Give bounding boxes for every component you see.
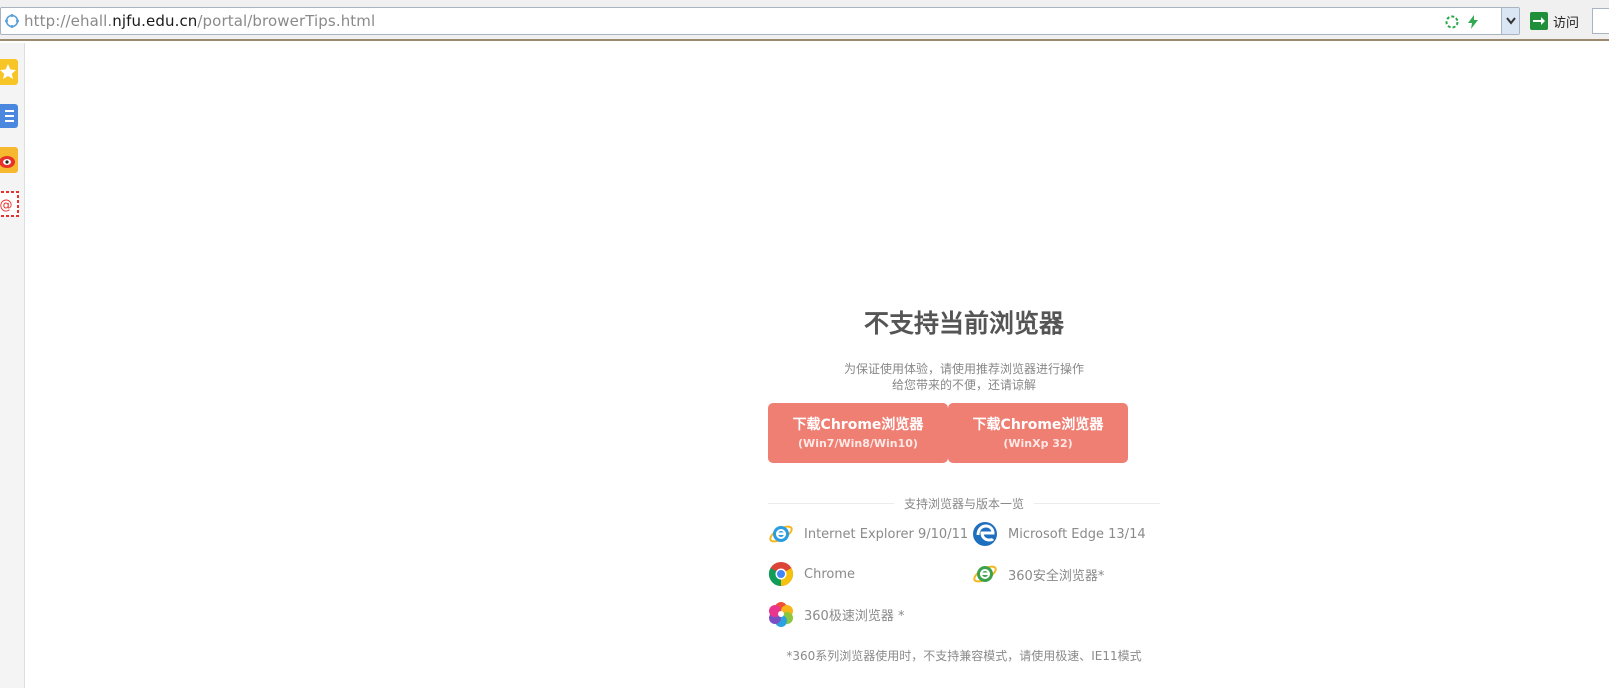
browser-name: 360极速浏览器 * [804, 608, 905, 624]
svg-text:@: @ [0, 198, 13, 213]
browser-name: Internet Explorer 9/10/11 [804, 526, 969, 542]
visit-button[interactable]: 访问 [1530, 9, 1579, 33]
list-item: Microsoft Edge 13/14 [972, 519, 1146, 549]
go-arrow-icon [1530, 12, 1548, 30]
url-dropdown-button[interactable] [1501, 8, 1519, 34]
visit-label: 访问 [1553, 15, 1580, 31]
browser-tips-panel: 不支持当前浏览器 为保证使用体验，请使用推荐浏览器进行操作 给您带来的不便，还请… [768, 305, 1160, 664]
page-title: 不支持当前浏览器 [863, 309, 1064, 338]
page-loading-icon [5, 14, 19, 28]
download-button-label: 下载Chrome浏览器 [972, 417, 1104, 433]
weibo-icon[interactable] [0, 147, 20, 173]
chrome-icon [768, 562, 794, 586]
url-input[interactable]: http://ehall.njfu.edu.cn/portal/browerTi… [0, 7, 1520, 35]
url-action-icons [1444, 13, 1481, 31]
sidebar: @ [0, 43, 25, 688]
compatibility-note: *360系列浏览器使用时，不支持兼容模式，请使用极速、IE11模式 [786, 649, 1142, 663]
list-item: 360极速浏览器 * [768, 599, 904, 629]
url-path: /portal/browerTips.html [197, 12, 376, 30]
browser-name: Microsoft Edge 13/14 [1008, 526, 1146, 542]
browser-window: http://ehall.njfu.edu.cn/portal/browerTi… [0, 0, 1609, 688]
favorites-star-icon[interactable] [0, 59, 20, 85]
browser-name: 360安全浏览器* [1008, 568, 1105, 584]
download-button-sublabel: (Win7/Win8/Win10) [798, 437, 918, 450]
microsoft-edge-icon [973, 522, 997, 546]
speed-mode-lightning-icon[interactable] [1465, 14, 1481, 30]
url-prefix: http://ehall. [24, 12, 113, 30]
email-at-icon[interactable]: @ [0, 191, 20, 217]
download-button-label: 下载Chrome浏览器 [792, 417, 924, 433]
supported-browsers-heading: 支持浏览器与版本一览 [893, 495, 1035, 512]
360-safe-browser-icon [973, 565, 997, 583]
page-subtitle: 为保证使用体验，请使用推荐浏览器进行操作 给您带来的不便，还请谅解 [768, 361, 1160, 393]
internet-explorer-icon [769, 525, 793, 543]
download-buttons: 下载Chrome浏览器 (Win7/Win8/Win10) 下载Chrome浏览… [768, 403, 1160, 463]
url-text: http://ehall.njfu.edu.cn/portal/browerTi… [24, 12, 375, 30]
subtitle-line-1: 为保证使用体验，请使用推荐浏览器进行操作 [843, 362, 1084, 376]
search-box-edge[interactable] [1592, 8, 1609, 34]
download-chrome-win7-button[interactable]: 下载Chrome浏览器 (Win7/Win8/Win10) [768, 403, 948, 463]
list-item: 360安全浏览器* [972, 559, 1104, 589]
supported-browsers-divider: 支持浏览器与版本一览 [768, 495, 1160, 512]
url-host: njfu.edu.cn [112, 12, 198, 30]
address-bar: http://ehall.njfu.edu.cn/portal/browerTi… [0, 0, 1609, 41]
browser-name: Chrome [804, 566, 855, 582]
refresh-spinner-icon[interactable] [1444, 14, 1460, 30]
subtitle-line-2: 给您带来的不便，还请谅解 [891, 378, 1036, 392]
list-item: Chrome [768, 559, 855, 589]
notes-list-icon[interactable] [0, 103, 20, 129]
download-chrome-winxp-button[interactable]: 下载Chrome浏览器 (WinXp 32) [948, 403, 1128, 463]
supported-browsers-list: Internet Explorer 9/10/11 Microsoft Edge… [768, 519, 1160, 639]
chevron-down-icon [1506, 17, 1516, 25]
360-speed-browser-icon [769, 602, 793, 627]
download-button-sublabel: (WinXp 32) [1003, 437, 1073, 450]
list-item: Internet Explorer 9/10/11 [768, 519, 968, 549]
